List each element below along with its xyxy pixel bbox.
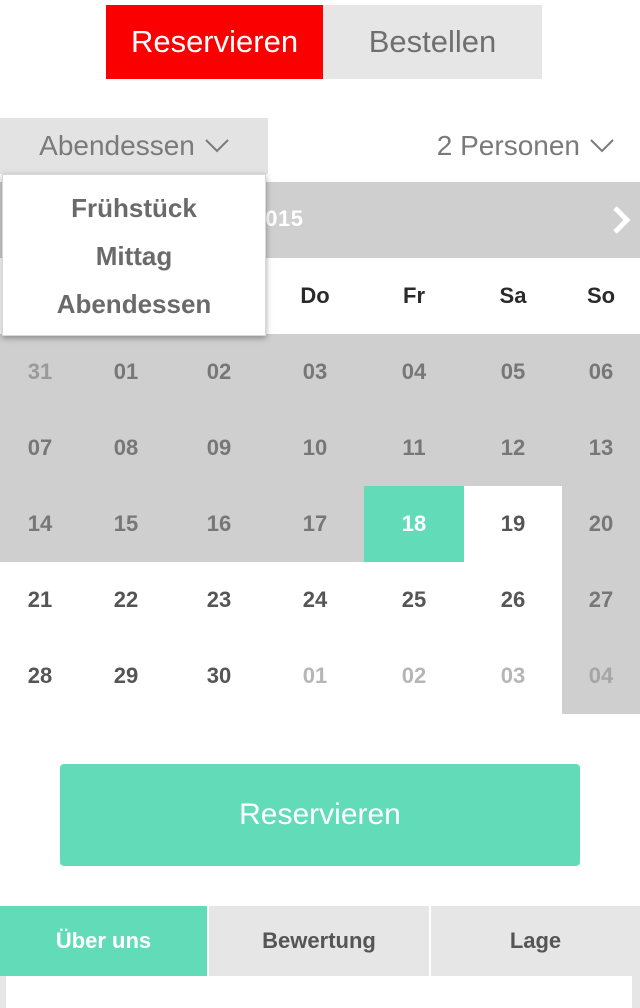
- calendar-day: 02: [364, 638, 464, 714]
- calendar-day: 02: [172, 334, 266, 410]
- calendar-day[interactable]: 29: [80, 638, 172, 714]
- calendar-day[interactable]: 24: [266, 562, 364, 638]
- calendar-day: 31: [0, 334, 80, 410]
- calendar-day[interactable]: 21: [0, 562, 80, 638]
- tab-bewertung[interactable]: Bewertung: [209, 906, 429, 976]
- calendar-day: 10: [266, 410, 364, 486]
- calendar-day: 03: [464, 638, 562, 714]
- tab-ueber-uns[interactable]: Über uns: [0, 906, 207, 976]
- dropdown-option-abendessen[interactable]: Abendessen: [3, 289, 265, 320]
- calendar-day[interactable]: 30: [172, 638, 266, 714]
- calendar-day: 27: [562, 562, 640, 638]
- calendar-day: 08: [80, 410, 172, 486]
- calendar-day: 05: [464, 334, 562, 410]
- weekday-sa: Sa: [499, 283, 527, 308]
- calendar-day: 16: [172, 486, 266, 562]
- calendar-day: 11: [364, 410, 464, 486]
- calendar-day: 15: [80, 486, 172, 562]
- dropdown-option-mittag[interactable]: Mittag: [3, 241, 265, 272]
- calendar-day: 04: [364, 334, 464, 410]
- calendar-day: 07: [0, 410, 80, 486]
- chevron-right-icon: [613, 206, 631, 234]
- calendar-day: 03: [266, 334, 364, 410]
- calendar-day[interactable]: 22: [80, 562, 172, 638]
- chevron-down-icon: [205, 139, 229, 153]
- calendar-day: 09: [172, 410, 266, 486]
- reserve-button[interactable]: Reservieren: [60, 764, 580, 866]
- weekday-fr: Fr: [403, 283, 425, 308]
- calendar-day: 06: [562, 334, 640, 410]
- calendar-day: 17: [266, 486, 364, 562]
- calendar-day[interactable]: 18: [364, 486, 464, 562]
- calendar-day: 01: [266, 638, 364, 714]
- chevron-down-icon: [590, 139, 614, 153]
- calendar-day[interactable]: 25: [364, 562, 464, 638]
- calendar-day: 12: [464, 410, 562, 486]
- tab-lage[interactable]: Lage: [431, 906, 640, 976]
- weekday-do: Do: [300, 283, 330, 308]
- calendar-day: 13: [562, 410, 640, 486]
- calendar-day: 01: [80, 334, 172, 410]
- calendar-day[interactable]: 23: [172, 562, 266, 638]
- calendar-day[interactable]: 19: [464, 486, 562, 562]
- weekday-so: So: [586, 283, 616, 308]
- bestellen-tab[interactable]: Bestellen: [323, 5, 542, 79]
- persons-select-value: 2 Personen: [436, 130, 580, 161]
- meal-select-value: Abendessen: [39, 130, 195, 161]
- meal-dropdown: Frühstück Mittag Abendessen: [2, 174, 266, 336]
- dropdown-option-fruehstueck[interactable]: Frühstück: [3, 193, 265, 224]
- calendar-day[interactable]: 28: [0, 638, 80, 714]
- calendar-day: 20: [562, 486, 640, 562]
- reservieren-tab[interactable]: Reservieren: [106, 5, 323, 79]
- tab-content-area: [6, 976, 632, 1008]
- persons-select[interactable]: 2 Personen: [437, 118, 614, 174]
- next-month-button[interactable]: [610, 204, 634, 236]
- meal-select[interactable]: Abendessen: [0, 118, 268, 174]
- calendar-day: 14: [0, 486, 80, 562]
- calendar-day: 04: [562, 638, 640, 714]
- calendar-day[interactable]: 26: [464, 562, 562, 638]
